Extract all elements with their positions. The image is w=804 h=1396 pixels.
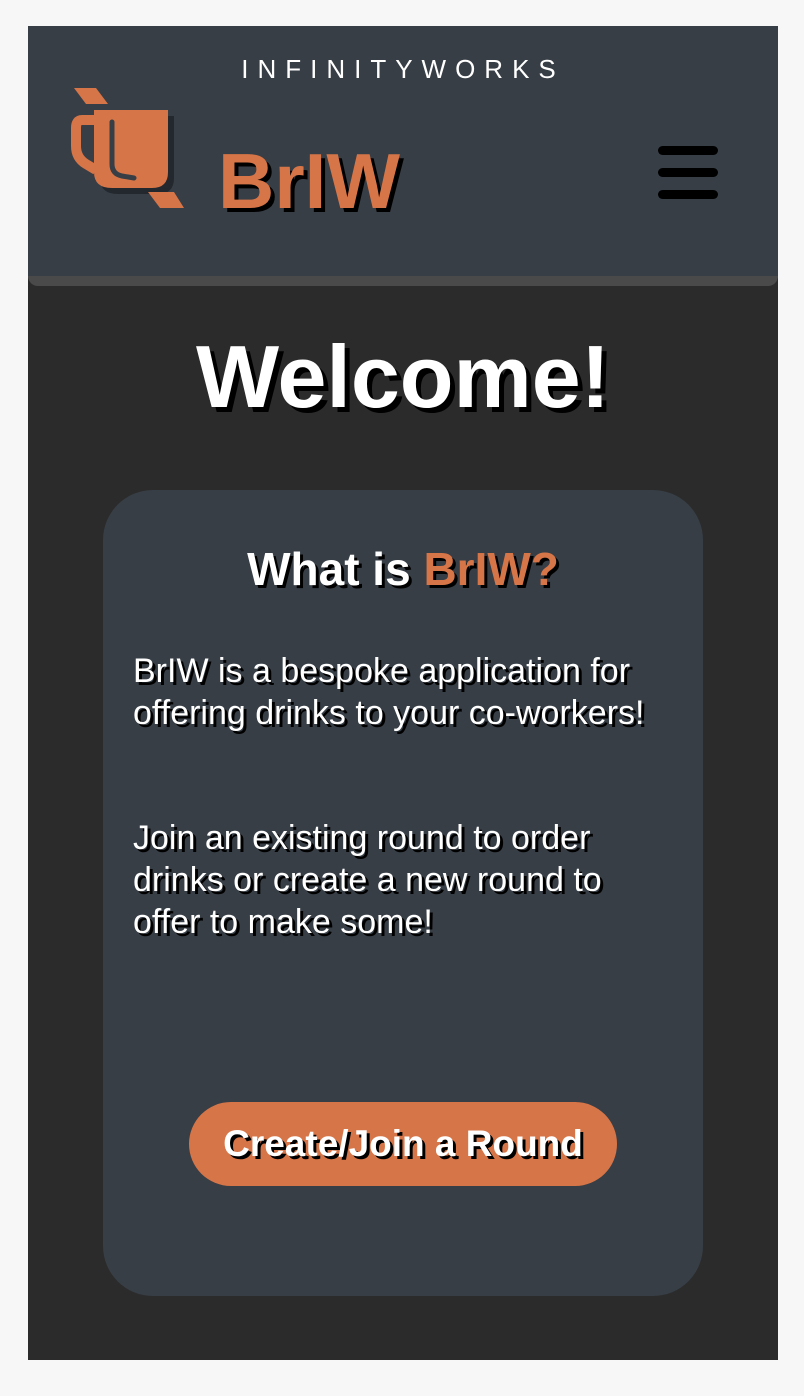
hamburger-menu-icon[interactable] [656,144,720,202]
site-header: INFINITYWORKS BrIW [28,26,778,286]
company-wordmark: INFINITYWORKS [241,54,565,84]
mug-icon [71,88,184,208]
welcome-heading: Welcome! [195,327,611,426]
create-join-round-button[interactable]: Create/Join a Round [189,1102,617,1186]
card-title-prefix: What is [247,543,424,595]
card-title-accent: BrIW? [423,543,559,595]
card-paragraph-intro: BrIW is a bespoke application for offeri… [133,652,645,732]
card-title: What is BrIW? [103,542,703,596]
info-card: What is BrIW? BrIW is a bespoke applicat… [103,490,703,1296]
card-paragraph-instructions: Join an existing round to order drinks o… [133,819,602,941]
app-title: BrIW [218,137,400,225]
app-viewport: INFINITYWORKS BrIW Welcome! What is BrIW… [28,26,778,1360]
